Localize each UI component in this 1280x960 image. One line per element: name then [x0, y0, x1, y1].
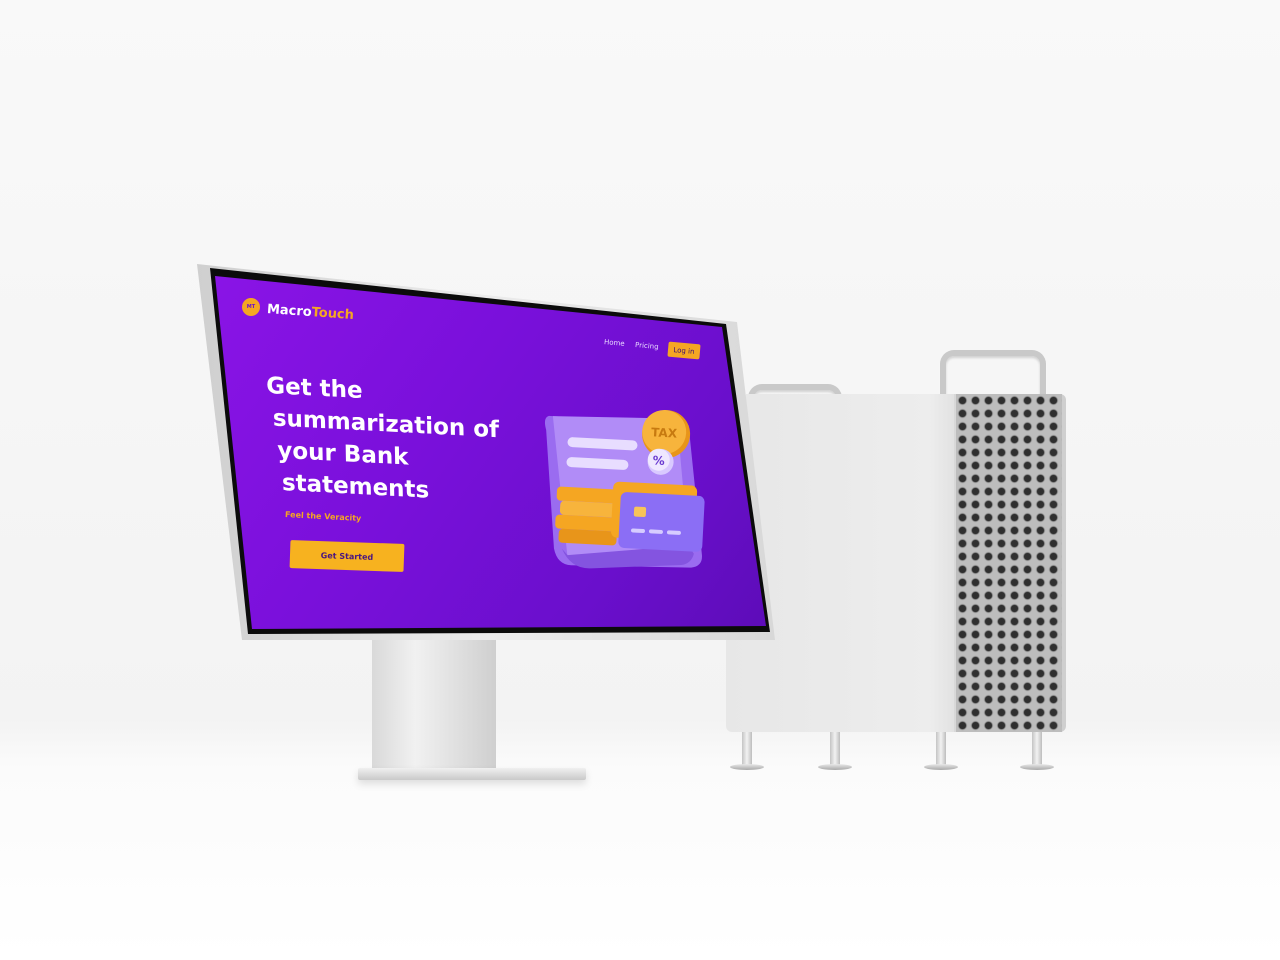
- tower-foot: [818, 732, 852, 770]
- brand-name-part1: Macro: [266, 302, 313, 321]
- login-button[interactable]: Log in: [667, 341, 701, 360]
- mac-pro-tower: [726, 350, 1066, 780]
- tower-grille: [954, 394, 1062, 732]
- tower-foot: [924, 732, 958, 770]
- logo-badge-icon[interactable]: MT: [242, 298, 260, 316]
- display-stand: [372, 628, 496, 774]
- tax-coin-text: TAX: [651, 425, 678, 440]
- hero-title: Get the summarization of your Bank state…: [266, 370, 528, 512]
- get-started-button[interactable]: Get Started: [289, 540, 405, 572]
- brand-name-part2: Touch: [311, 305, 355, 324]
- coin-stack-icon: [555, 486, 621, 546]
- monitor-screen: MT MacroTouch Home Pricing Log in Get th…: [215, 276, 766, 629]
- percent-badge-text: %: [652, 453, 665, 468]
- logo-text: MT: [246, 304, 256, 310]
- nav-link-home[interactable]: Home: [604, 338, 625, 348]
- tower-foot: [1020, 732, 1054, 770]
- credit-card-icon: [610, 481, 705, 552]
- tower-foot: [730, 732, 764, 770]
- finance-illustration: TAX %: [544, 409, 705, 569]
- display-stand-base: [358, 768, 586, 780]
